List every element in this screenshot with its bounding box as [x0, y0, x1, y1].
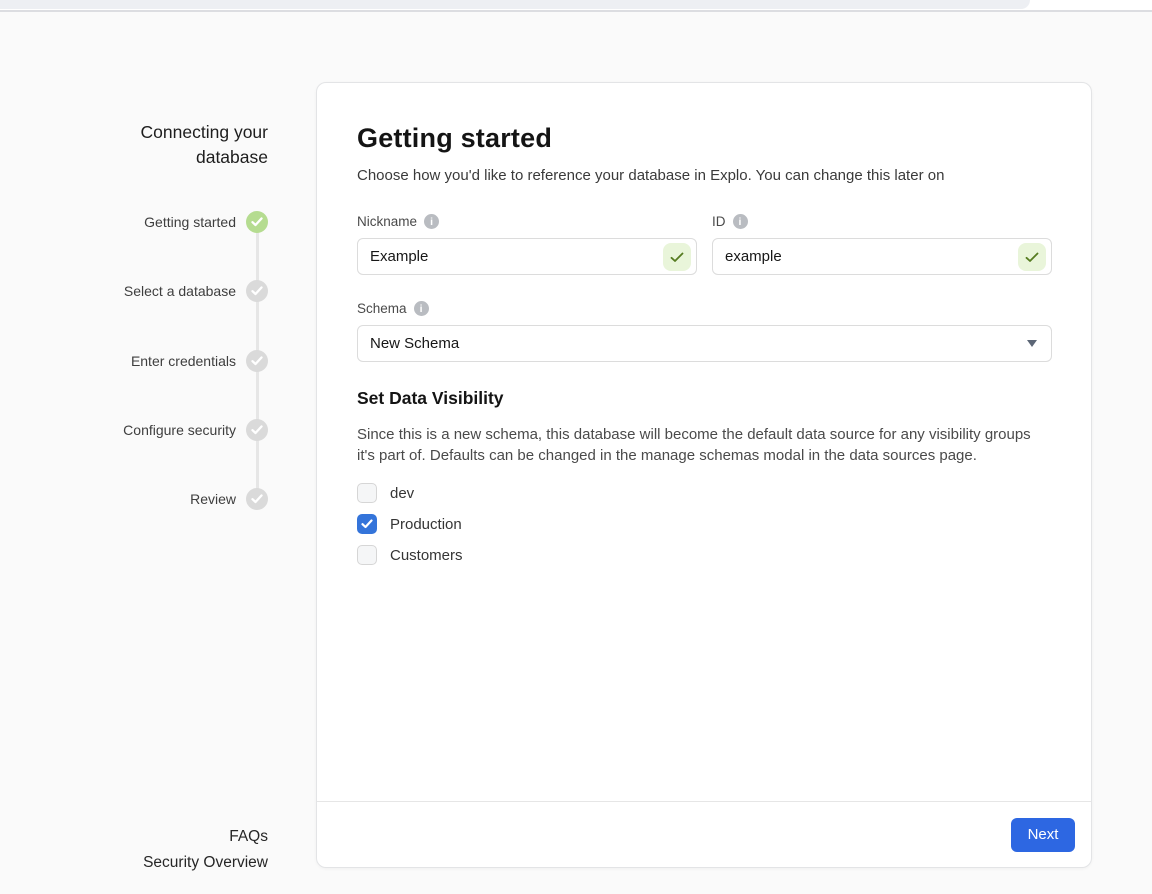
- visibility-group-row-dev[interactable]: dev: [357, 483, 414, 503]
- step-check-icon: [246, 419, 268, 441]
- top-window-bar: [0, 0, 1152, 12]
- top-bar-pill: [0, 0, 1030, 9]
- next-button[interactable]: Next: [1011, 818, 1075, 852]
- sidebar-step-review[interactable]: Review: [190, 488, 268, 510]
- schema-selected-value: New Schema: [370, 335, 459, 352]
- id-input[interactable]: example: [712, 238, 1052, 275]
- id-value: example: [725, 248, 782, 265]
- valid-check-icon: [663, 243, 691, 271]
- step-check-icon: [246, 211, 268, 233]
- name-id-form-row: Nickname Example ID example: [357, 214, 1052, 275]
- info-icon[interactable]: [733, 214, 748, 229]
- checkbox-label: Customers: [390, 547, 463, 564]
- nickname-input[interactable]: Example: [357, 238, 697, 275]
- getting-started-card: Getting started Choose how you'd like to…: [316, 82, 1092, 868]
- sidebar-step-configure-security[interactable]: Configure security: [123, 419, 268, 441]
- step-label: Review: [190, 491, 236, 507]
- step-label: Enter credentials: [131, 353, 236, 369]
- visibility-section-title: Set Data Visibility: [357, 388, 1052, 409]
- id-label: ID: [712, 214, 726, 229]
- visibility-group-row-customers[interactable]: Customers: [357, 545, 463, 565]
- valid-check-icon: [1018, 243, 1046, 271]
- step-label: Getting started: [144, 214, 236, 230]
- checkbox-label: Production: [390, 516, 462, 533]
- step-label: Configure security: [123, 422, 236, 438]
- nickname-label: Nickname: [357, 214, 417, 229]
- sidebar-step-select-database[interactable]: Select a database: [124, 280, 268, 302]
- visibility-group-list: dev Production Customers: [357, 483, 1052, 565]
- checkbox[interactable]: [357, 545, 377, 565]
- checkbox-label: dev: [390, 485, 414, 502]
- info-icon[interactable]: [414, 301, 429, 316]
- schema-select[interactable]: New Schema: [357, 325, 1052, 362]
- schema-field-group: Schema New Schema: [357, 301, 1052, 362]
- visibility-group-row-production[interactable]: Production: [357, 514, 462, 534]
- sidebar-step-enter-credentials[interactable]: Enter credentials: [131, 350, 268, 372]
- step-label: Select a database: [124, 283, 236, 299]
- stepper-sidebar: Connecting your database Getting started…: [0, 14, 290, 894]
- visibility-description: Since this is a new schema, this databas…: [357, 424, 1049, 466]
- sidebar-step-getting-started[interactable]: Getting started: [144, 211, 268, 233]
- chevron-down-icon: [1027, 340, 1037, 347]
- step-check-icon: [246, 488, 268, 510]
- checkbox[interactable]: [357, 514, 377, 534]
- checkbox[interactable]: [357, 483, 377, 503]
- card-footer: Next: [317, 801, 1091, 867]
- sidebar-title: Connecting your database: [93, 120, 268, 170]
- step-check-icon: [246, 350, 268, 372]
- security-overview-link[interactable]: Security Overview: [143, 850, 268, 876]
- info-icon[interactable]: [424, 214, 439, 229]
- nickname-field-group: Nickname Example: [357, 214, 697, 275]
- schema-label: Schema: [357, 301, 407, 316]
- nickname-value: Example: [370, 248, 428, 265]
- sidebar-links: FAQs Security Overview: [143, 824, 268, 876]
- step-check-icon: [246, 280, 268, 302]
- page-title: Getting started: [357, 123, 1052, 154]
- faqs-link[interactable]: FAQs: [143, 824, 268, 850]
- page-subtitle: Choose how you'd like to reference your …: [357, 167, 1052, 184]
- id-field-group: ID example: [712, 214, 1052, 275]
